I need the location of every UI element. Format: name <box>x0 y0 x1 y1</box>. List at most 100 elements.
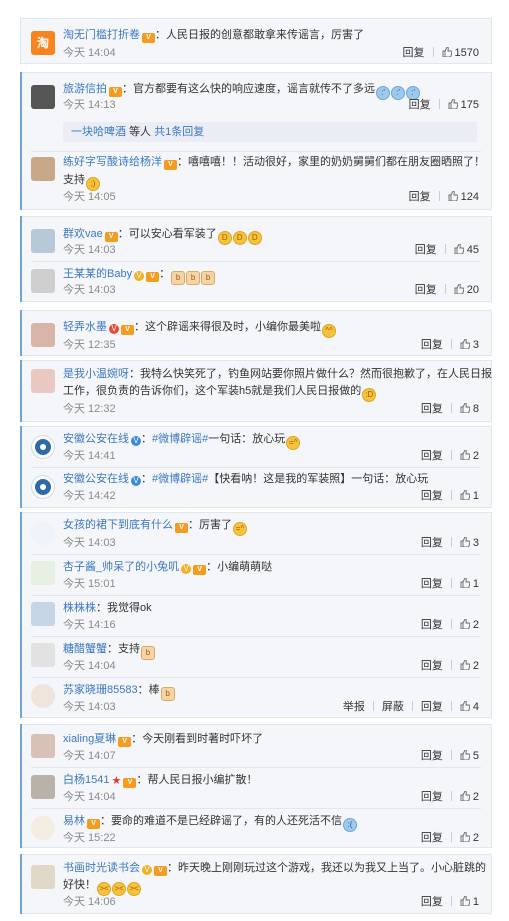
divider <box>450 750 452 760</box>
divider <box>450 660 452 670</box>
username-link[interactable]: 淘无门槛打折卷 <box>63 29 140 41</box>
reply-button[interactable]: 回复 <box>421 490 443 502</box>
username-link[interactable]: 白杨1541 <box>63 774 109 786</box>
username-link[interactable]: 群欢vae <box>63 228 103 240</box>
comment-text: ： <box>159 268 171 280</box>
reply-button[interactable]: 回复 <box>415 284 437 296</box>
like-button[interactable]: 2 <box>460 832 479 844</box>
like-button[interactable]: 124 <box>448 191 479 203</box>
like-count: 124 <box>460 191 479 203</box>
avatar[interactable] <box>31 684 55 708</box>
like-button[interactable]: 20 <box>454 284 479 296</box>
avatar[interactable] <box>31 269 55 293</box>
username-link[interactable]: 安徽公安在线 <box>63 433 129 445</box>
username-link[interactable]: 安徽公安在线 <box>63 473 129 485</box>
reply-button[interactable]: 回复 <box>421 896 443 908</box>
reply-button[interactable]: 回复 <box>421 537 443 549</box>
divider <box>444 244 446 254</box>
comment-line: 女孩的裙下到底有什么 V ：厉害了 =^ <box>63 518 247 536</box>
reply-user-link[interactable]: 一块哈啤酒 <box>71 126 126 138</box>
emoji-icon: >< <box>127 882 141 896</box>
block-button[interactable]: 屏蔽 <box>382 701 404 713</box>
avatar[interactable] <box>31 643 55 667</box>
avatar[interactable] <box>31 602 55 626</box>
like-button[interactable]: 3 <box>460 537 479 549</box>
more-replies-link[interactable]: 共1条回复 <box>154 126 204 138</box>
avatar[interactable] <box>31 521 55 545</box>
colon: ： <box>141 473 152 485</box>
reply-button[interactable]: 回复 <box>403 47 425 59</box>
avatar[interactable] <box>31 323 55 347</box>
avatar[interactable] <box>31 435 55 459</box>
username-link[interactable]: 书画时光读书会 <box>63 862 140 874</box>
reply-button[interactable]: 回复 <box>421 403 443 415</box>
comment-card: 安徽公安在线 V ：#微博辟谣#一句话：放心玩 =^ 今天 14:41 回复 2 安徽公… <box>20 426 492 508</box>
reply-button[interactable]: 回复 <box>421 450 443 462</box>
username-link[interactable]: 株株株 <box>63 602 96 614</box>
comment-line: 苏家晓珊85583：棒 b <box>63 683 175 701</box>
like-button[interactable]: 5 <box>460 750 479 762</box>
like-button[interactable]: 2 <box>460 450 479 462</box>
like-count: 5 <box>472 750 479 762</box>
avatar[interactable] <box>31 229 55 253</box>
reply-button[interactable]: 回复 <box>421 832 443 844</box>
avatar[interactable] <box>31 734 55 758</box>
like-button[interactable]: 1 <box>460 896 479 908</box>
like-button[interactable]: 2 <box>460 619 479 631</box>
replies-bar[interactable]: 一块哈啤酒 等人 共1条回复 <box>63 122 477 142</box>
report-button[interactable]: 举报 <box>343 701 365 713</box>
username-link[interactable]: 王某某的Baby <box>63 268 132 280</box>
like-button[interactable]: 2 <box>460 791 479 803</box>
avatar[interactable] <box>31 561 55 585</box>
username-link[interactable]: 轻弄水墨 <box>63 321 107 333</box>
username-link[interactable]: 杏子酱_帅呆了的小兔叽 <box>63 561 179 573</box>
avatar[interactable] <box>31 157 55 181</box>
hashtag-link[interactable]: #微博辟谣# <box>152 473 208 485</box>
like-button[interactable]: 3 <box>460 339 479 351</box>
username-link[interactable]: 练好字写酸诗给杨洋 <box>63 156 162 168</box>
divider <box>450 403 452 413</box>
like-count: 1 <box>472 490 479 502</box>
username-link[interactable]: xialing夏琳 <box>63 733 116 745</box>
hashtag-link[interactable]: #微博辟谣# <box>152 433 208 445</box>
reply-button[interactable]: 回复 <box>421 660 443 672</box>
username-link[interactable]: 旅游信拍 <box>63 83 107 95</box>
avatar[interactable] <box>31 816 55 840</box>
username-link[interactable]: 易林 <box>63 815 85 827</box>
avatar[interactable] <box>31 369 55 393</box>
avatar[interactable]: 淘 <box>31 31 55 55</box>
reply-button[interactable]: 回复 <box>421 339 443 351</box>
like-button[interactable]: 1 <box>460 578 479 590</box>
reply-button[interactable]: 回复 <box>421 578 443 590</box>
reply-button[interactable]: 回复 <box>421 701 443 713</box>
like-button[interactable]: 175 <box>448 99 479 111</box>
comment-text: ：可以安心看军装了 <box>117 228 217 240</box>
like-button[interactable]: 2 <box>460 660 479 672</box>
username-link[interactable]: 女孩的裙下到底有什么 <box>63 519 173 531</box>
comment-card: 旅游信拍 V ：官方都要有这么快的响应速度，谣言就传不了多远:':':' 今天 14… <box>20 72 492 210</box>
avatar[interactable] <box>31 475 55 499</box>
reply-button[interactable]: 回复 <box>421 791 443 803</box>
avatar[interactable] <box>31 865 55 889</box>
like-count: 1 <box>472 896 479 908</box>
vip-icon: V <box>109 324 119 334</box>
reply-button[interactable]: 回复 <box>421 619 443 631</box>
avatar[interactable] <box>31 85 55 109</box>
username-link[interactable]: 糖醋蟹蟹 <box>63 643 107 655</box>
like-button[interactable]: 45 <box>454 244 479 256</box>
comment-text: ：我觉得ok <box>96 602 152 614</box>
avatar[interactable] <box>31 775 55 799</box>
like-button[interactable]: 8 <box>460 403 479 415</box>
reply-button[interactable]: 回复 <box>409 99 431 111</box>
username-link[interactable]: 是我小温婉呀 <box>63 368 129 380</box>
username-link[interactable]: 苏家晓珊85583 <box>63 684 138 696</box>
reply-button[interactable]: 回复 <box>421 750 443 762</box>
like-button[interactable]: 1 <box>460 490 479 502</box>
divider <box>450 832 452 842</box>
like-button[interactable]: 4 <box>460 701 479 713</box>
like-button[interactable]: 1570 <box>442 47 479 59</box>
reply-button[interactable]: 回复 <box>415 244 437 256</box>
emoji-icon: >< <box>112 882 126 896</box>
reply-button[interactable]: 回复 <box>409 191 431 203</box>
comment-text: ：帮人民日报小编扩散！ <box>136 774 258 786</box>
